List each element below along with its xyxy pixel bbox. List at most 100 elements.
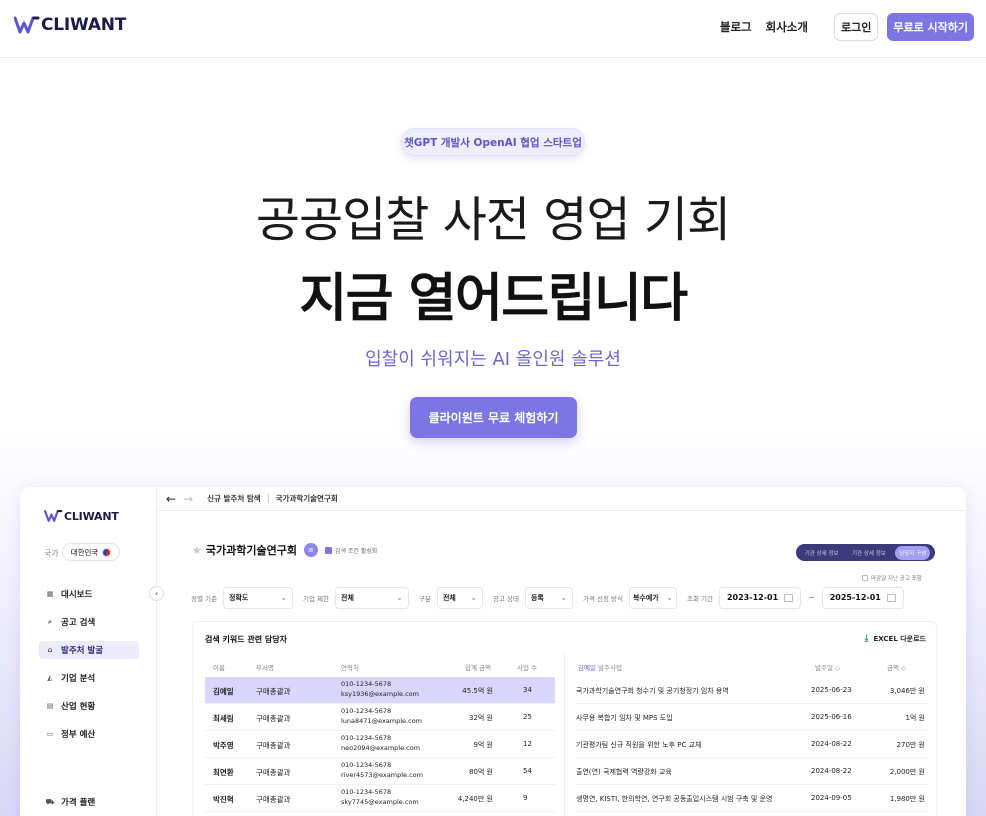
date-to-input[interactable]: 2025-12-01 <box>821 586 904 609</box>
chevron-down-icon: ⌄ <box>560 593 567 602</box>
contact-phone: 010-1234-5678 <box>341 788 392 796</box>
projects-header-suffix: 발주사업 <box>595 664 622 672</box>
hero-subtitle: 입찰이 쉬워지는 AI 올인원 솔루션 <box>365 349 621 370</box>
filter-label: 구분 <box>419 594 431 603</box>
star-icon[interactable]: ★ <box>192 544 202 557</box>
include-expired-checkbox[interactable]: 마감일 지난 공고 포함 <box>862 574 922 582</box>
filter-icon[interactable]: ≡ <box>303 543 318 557</box>
country-value: 대한민국 <box>70 547 99 557</box>
column-header-dept[interactable]: 부서명 <box>256 662 274 672</box>
contact-name: 김예일 <box>213 687 234 696</box>
contact-dept: 구매총괄과 <box>256 795 291 804</box>
contact-email: neo2094@example.com <box>341 744 421 752</box>
forward-arrow-icon[interactable]: → <box>183 492 193 506</box>
sidebar-collapse-button[interactable]: ‹ <box>149 586 164 601</box>
chevron-down-icon: ⌄ <box>470 593 477 602</box>
project-row[interactable]: 출연(연) 국제협력 역량강화 교육 2024-08-22 2,000만 원 <box>576 758 928 785</box>
column-header-count[interactable]: 사업 수 <box>517 662 537 672</box>
date-header-label: 발주일 <box>815 664 833 672</box>
filter-label: 가격 선정 방식 <box>582 594 623 603</box>
date-from-value: 2023-12-01 <box>726 593 779 602</box>
sidebar-item-industry-status[interactable]: ▤ 산업 현황 <box>39 697 139 715</box>
column-header-date[interactable]: 발주일 ◇ <box>815 662 840 672</box>
column-header-contact[interactable]: 연락처 <box>341 662 359 672</box>
column-divider <box>564 654 565 816</box>
top-nav: CLIWANT 블로그 회사소개 로그인 무료로 시작하기 <box>0 0 986 58</box>
category-select[interactable]: 전체 ⌄ <box>436 586 483 609</box>
company-limit-select[interactable]: 전체 ⌄ <box>335 586 409 609</box>
excel-download-button[interactable]: ⤓ EXCEL 다운로드 <box>865 634 927 644</box>
segment-org-info-2[interactable]: 기관 상세 정보 <box>848 546 890 560</box>
view-segmented-control: 기관 상세 정보 기관 상세 정보 담당자 구성 <box>796 544 935 561</box>
project-name: 생명연, KISTI, 한의학연, 연구회 공동출입시스템 시범 구축 및 운영 <box>576 795 773 803</box>
logo-mark-icon <box>44 510 63 522</box>
hero-headline-line2: 지금 열어드립니다 <box>299 269 688 329</box>
search-condition-checkbox[interactable] <box>324 546 332 554</box>
project-row[interactable]: 사무용 복합기 임차 및 MPS 도입 2025-06-16 1억 원 <box>576 704 928 731</box>
date-to-value: 2025-12-01 <box>829 593 881 602</box>
project-row[interactable]: 생명연, KISTI, 한의학연, 연구회 공동출입시스템 시범 구축 및 운영… <box>576 785 928 812</box>
contact-amount: 32억 원 <box>468 714 493 722</box>
contact-count: 34 <box>523 686 532 694</box>
contact-dept: 구매총괄과 <box>256 687 291 696</box>
date-from-input[interactable]: 2023-12-01 <box>718 586 801 609</box>
contact-row[interactable]: 김예일 구매총괄과 010-1234-5678 ksy1936@example.… <box>205 677 555 704</box>
select-value: 전체 <box>341 593 354 602</box>
sidebar-item-dashboard[interactable]: ▦ 대시보드 <box>39 585 139 603</box>
contact-amount: 4,240만 원 <box>457 795 493 803</box>
column-header-project-amount[interactable]: 금액 ◇ <box>887 662 906 672</box>
breadcrumb-item[interactable]: 신규 발주처 탐색 <box>207 493 261 504</box>
contact-row[interactable]: 박진혁 구매총괄과 010-1234-5678 sky7745@example.… <box>205 785 555 812</box>
price-method-select[interactable]: 복수예가 ⌄ <box>628 586 677 609</box>
contacts-panel: 검색 키워드 관련 담당자 ⤓ EXCEL 다운로드 이름 부서명 연락처 합계… <box>192 621 937 816</box>
contact-count: 54 <box>523 767 532 775</box>
sidebar-item-company-analysis[interactable]: ◭ 기업 분석 <box>39 669 139 687</box>
industry-icon: ▤ <box>46 702 54 710</box>
sidebar-item-pricing[interactable]: ⛟ 가격 플랜 <box>39 793 139 811</box>
sort-select[interactable]: 정확도 ⌄ <box>223 586 293 609</box>
search-icon: ⌕ <box>48 617 52 626</box>
nav-link-blog[interactable]: 블로그 <box>720 19 752 35</box>
cart-icon: ⛟ <box>45 797 55 806</box>
contact-amount: 9억 원 <box>473 741 493 749</box>
notice-status-select[interactable]: 등록 ⌄ <box>524 586 573 609</box>
country-selector[interactable]: 대한민국 <box>62 543 120 561</box>
sidebar-item-notice-search[interactable]: ⌕ 공고 검색 <box>39 613 139 631</box>
back-arrow-icon[interactable]: ← <box>166 492 176 506</box>
contact-count: 25 <box>523 713 532 721</box>
project-row[interactable]: 기관평가팀 신규 직원을 위한 노후 PC 교체 2024-08-22 270만… <box>576 731 928 758</box>
contact-row[interactable]: 최세림 구매총괄과 010-1234-5678 luna8471@example… <box>205 704 555 731</box>
app-preview-window: CLIWANT 국가 대한민국 ▦ 대시보드 ⌕ 공고 검색 ⌂ 발주처 발굴 … <box>20 487 966 816</box>
start-free-button[interactable]: 무료로 시작하기 <box>887 13 974 41</box>
column-header-name[interactable]: 이름 <box>213 662 225 672</box>
contact-row[interactable]: 박주영 구매총괄과 010-1234-5678 neo2094@example.… <box>205 731 555 758</box>
project-amount: 3,046만 원 <box>889 687 925 695</box>
filter-label: 공고 상태 <box>492 594 519 603</box>
column-header-amount[interactable]: 합계 금액 <box>465 662 491 672</box>
hero-headline-line1: 공공입찰 사전 영업 기회 <box>255 192 731 248</box>
budget-icon: ▭ <box>46 730 54 738</box>
segment-org-info[interactable]: 기관 상세 정보 <box>801 546 843 560</box>
amount-header-label: 금액 <box>887 664 899 672</box>
login-button[interactable]: 로그인 <box>833 13 879 41</box>
sidebar-item-gov-budget[interactable]: ▭ 정부 예산 <box>39 725 139 743</box>
column-header-projects: 김예일 발주사업 <box>578 662 622 672</box>
breadcrumb-item: 국가과학기술연구회 <box>275 494 338 503</box>
nav-link-company[interactable]: 회사소개 <box>766 19 808 35</box>
contact-row[interactable]: 최연환 구매총괄과 010-1234-5678 river4573@exampl… <box>205 758 555 785</box>
chart-icon: ◭ <box>47 674 53 682</box>
contact-phone: 010-1234-5678 <box>341 734 392 742</box>
logo[interactable]: CLIWANT <box>14 15 126 35</box>
sidebar-item-label: 발주처 발굴 <box>61 646 104 656</box>
select-value: 정확도 <box>229 593 249 602</box>
free-trial-button[interactable]: 클라이원트 무료 체험하기 <box>410 397 577 438</box>
contact-count: 9 <box>523 794 528 802</box>
project-row[interactable]: 국가과학기술연구회 청수기 및 공기청정기 임차 용역 2025-06-23 3… <box>576 677 928 704</box>
excel-download-label: EXCEL 다운로드 <box>873 635 926 643</box>
segment-contacts[interactable]: 담당자 구성 <box>895 545 931 560</box>
project-amount: 1,980만 원 <box>889 795 925 803</box>
contact-name: 박진혁 <box>213 795 234 804</box>
sidebar-logo[interactable]: CLIWANT <box>44 509 119 523</box>
sidebar-item-client-discovery[interactable]: ⌂ 발주처 발굴 <box>39 641 139 659</box>
contact-name: 박주영 <box>213 741 234 750</box>
